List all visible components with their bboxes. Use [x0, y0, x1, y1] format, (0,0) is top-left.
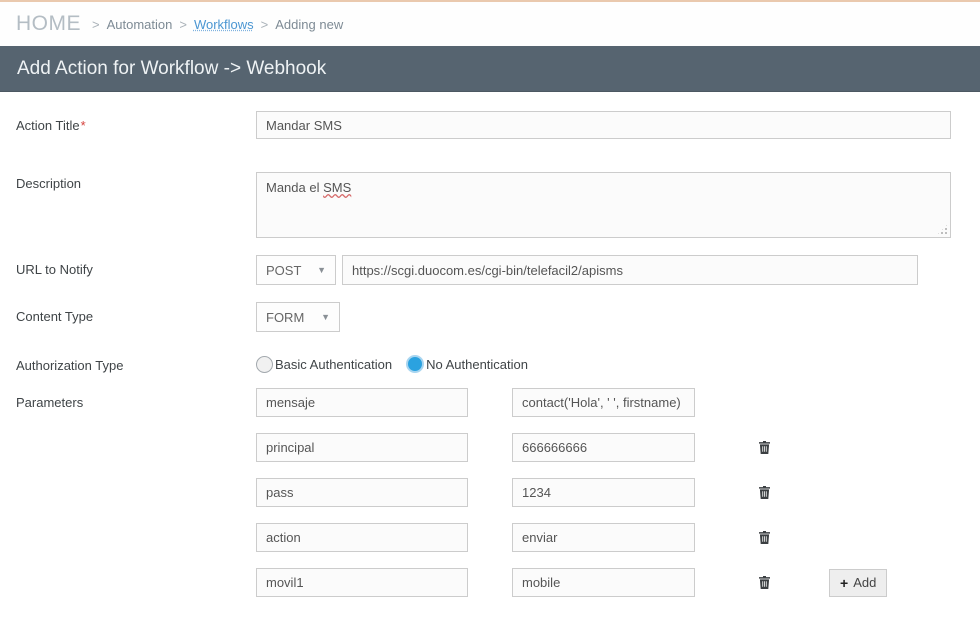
auth-radio-none-label[interactable]: No Authentication	[426, 357, 528, 372]
description-field[interactable]: Manda el SMS	[256, 172, 951, 238]
breadcrumb-separator: >	[261, 17, 269, 32]
authorization-type-row: Authorization Type Basic Authentication …	[16, 351, 964, 373]
param-value-input[interactable]	[512, 388, 695, 417]
param-value-input[interactable]	[512, 433, 695, 462]
parameters-rows: + + +	[256, 388, 887, 613]
trash-icon	[759, 486, 770, 499]
breadcrumb-item-adding-new: Adding new	[275, 17, 343, 32]
content-type-row: Content Type FORM ▼	[16, 302, 964, 332]
add-button-label: Add	[853, 575, 876, 590]
url-to-notify-row: URL to Notify POST ▼	[16, 255, 964, 285]
parameters-label: Parameters	[16, 388, 256, 410]
auth-radio-none[interactable]	[406, 355, 424, 373]
param-value-input[interactable]	[512, 523, 695, 552]
delete-param-button[interactable]	[755, 486, 773, 499]
delete-param-button[interactable]	[755, 531, 773, 544]
trash-icon	[759, 441, 770, 454]
breadcrumb-item-automation[interactable]: Automation	[107, 17, 173, 32]
url-to-notify-label: URL to Notify	[16, 255, 256, 277]
add-parameter-button[interactable]: + Add	[829, 569, 887, 597]
parameters-row: Parameters + +	[16, 388, 964, 613]
http-method-select[interactable]: POST ▼	[256, 255, 336, 285]
chevron-down-icon: ▼	[321, 312, 330, 322]
param-name-input[interactable]	[256, 388, 468, 417]
authorization-type-label: Authorization Type	[16, 351, 256, 373]
parameter-row: +	[256, 388, 887, 417]
http-method-value: POST	[266, 263, 301, 278]
description-label: Description	[16, 172, 256, 191]
action-title-row: Action Title*	[16, 111, 964, 139]
breadcrumb: HOME > Automation > Workflows > Adding n…	[0, 2, 980, 46]
webhook-form: Action Title* Description Manda el SMS U…	[0, 92, 980, 613]
param-name-input[interactable]	[256, 433, 468, 462]
breadcrumb-item-workflows[interactable]: Workflows	[194, 17, 254, 32]
auth-radio-basic-label[interactable]: Basic Authentication	[275, 357, 392, 372]
trash-icon	[759, 576, 770, 589]
description-row: Description Manda el SMS	[16, 172, 964, 238]
page: HOME > Automation > Workflows > Adding n…	[0, 0, 980, 613]
authorization-radio-group: Basic Authentication No Authentication	[256, 351, 542, 373]
page-title-bar: Add Action for Workflow -> Webhook	[0, 46, 980, 92]
delete-param-button[interactable]	[755, 576, 773, 589]
param-name-input[interactable]	[256, 478, 468, 507]
description-text: Manda el	[266, 180, 323, 195]
delete-param-button[interactable]	[755, 441, 773, 454]
parameter-row: +	[256, 433, 887, 462]
parameter-row: +	[256, 523, 887, 552]
param-value-input[interactable]	[512, 568, 695, 597]
action-title-label: Action Title*	[16, 111, 256, 133]
parameter-row: +	[256, 478, 887, 507]
url-input[interactable]	[342, 255, 918, 285]
trash-icon	[759, 531, 770, 544]
content-type-value: FORM	[266, 310, 304, 325]
required-asterisk: *	[81, 118, 86, 133]
home-logo[interactable]: HOME	[16, 12, 81, 36]
param-name-input[interactable]	[256, 523, 468, 552]
param-value-input[interactable]	[512, 478, 695, 507]
auth-radio-basic[interactable]	[256, 356, 273, 373]
content-type-label: Content Type	[16, 302, 256, 324]
resize-grip-icon[interactable]	[937, 224, 948, 235]
breadcrumb-separator: >	[179, 17, 187, 32]
param-name-input[interactable]	[256, 568, 468, 597]
content-type-select[interactable]: FORM ▼	[256, 302, 340, 332]
action-title-input[interactable]	[256, 111, 951, 139]
description-misspelled-word: SMS	[323, 180, 351, 195]
plus-icon: +	[840, 575, 848, 591]
breadcrumb-separator: >	[92, 17, 100, 32]
page-title: Add Action for Workflow -> Webhook	[17, 58, 326, 80]
chevron-down-icon: ▼	[317, 265, 326, 275]
parameter-row: + Add	[256, 568, 887, 597]
